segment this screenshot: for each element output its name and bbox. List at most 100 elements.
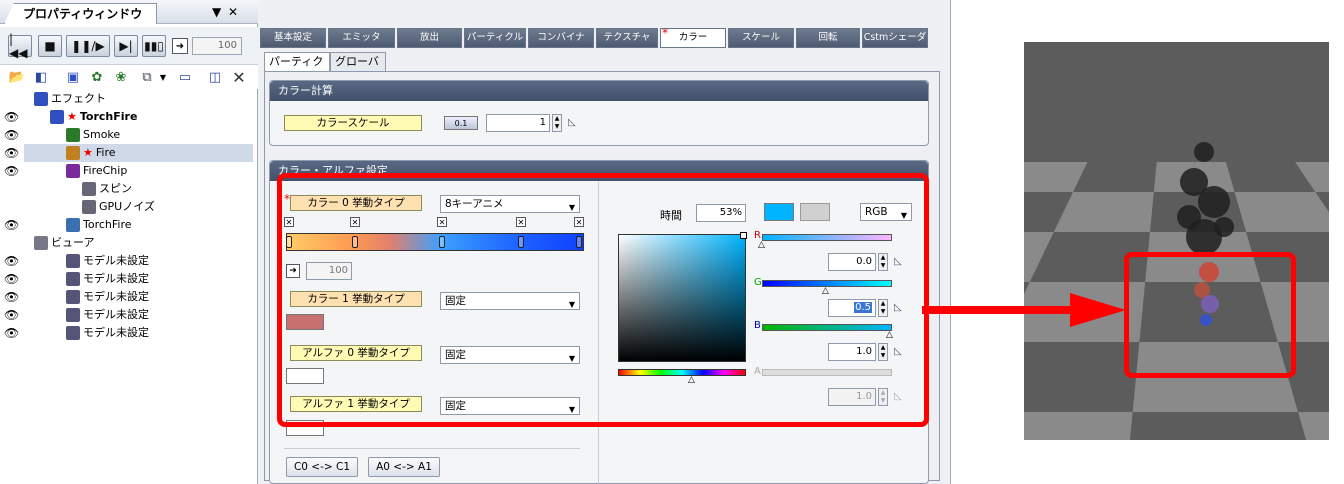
tree-node-label: エフェクト	[51, 92, 106, 105]
swap-alpha-button[interactable]: A0 <-> A1	[368, 457, 440, 477]
eye-icon[interactable]: 👁	[4, 306, 22, 324]
tab-particle[interactable]: パーティクル	[464, 28, 526, 48]
tree-node[interactable]: モデル未設定	[66, 306, 149, 324]
tree-node[interactable]: Smoke	[66, 126, 120, 144]
subtab-global[interactable]: グローバル	[330, 52, 386, 86]
eye-icon[interactable]: 👁	[4, 108, 22, 126]
tab-color[interactable]: カラー	[660, 28, 726, 48]
tree-node[interactable]: スピン	[82, 180, 132, 198]
delete-icon[interactable]: ✕	[230, 68, 248, 87]
tree-row[interactable]: エフェクト	[0, 90, 258, 108]
remove-key-icon[interactable]: ✕	[437, 217, 447, 227]
tab-emission[interactable]: 放出	[397, 28, 462, 48]
tree-node-label: モデル未設定	[83, 326, 149, 339]
tree-node[interactable]: ビューア	[34, 234, 95, 252]
node-icon	[66, 326, 80, 340]
tree-node[interactable]: モデル未設定	[66, 324, 149, 342]
eye-icon[interactable]: 👁	[4, 270, 22, 288]
remove-key-icon[interactable]: ✕	[516, 217, 526, 227]
remove-key-icon[interactable]: ✕	[284, 217, 294, 227]
tree-row[interactable]: 👁 ★ TorchFire	[0, 108, 258, 126]
close-panel-icon[interactable]: ✕	[228, 5, 238, 19]
tab-scale[interactable]: スケール	[728, 28, 794, 48]
gradient-key-handle[interactable]	[352, 236, 358, 248]
rewind-icon[interactable]: |◀◀	[8, 32, 32, 60]
panel-title-tab[interactable]: プロパティウィンドウ	[4, 3, 158, 24]
node-icon	[66, 290, 80, 304]
goto-frame-icon[interactable]: ➜	[172, 38, 188, 54]
frame-field[interactable]: 100	[192, 37, 242, 55]
step-icon[interactable]: ▶|	[114, 35, 138, 57]
tree-row[interactable]: 👁 モデル未設定	[0, 288, 258, 306]
eye-icon[interactable]: 👁	[4, 144, 22, 162]
remove-key-icon[interactable]: ✕	[350, 217, 360, 227]
effect-viewport[interactable]	[1024, 42, 1329, 440]
tab-emitter[interactable]: エミッタ	[328, 28, 395, 48]
tree-node-label: TorchFire	[79, 110, 138, 123]
tree-row[interactable]: 👁 ★ Fire	[4, 144, 253, 162]
export-icon[interactable]: ◫	[206, 68, 224, 86]
arrow-icon	[922, 293, 1126, 327]
tab-rotation[interactable]: 回転	[796, 28, 860, 48]
tree-node-label: モデル未設定	[83, 272, 149, 285]
add-child-icon[interactable]: ❀	[112, 68, 130, 86]
tree-node[interactable]: FireChip	[66, 162, 127, 180]
tab-texture[interactable]: テクスチャ	[596, 28, 658, 48]
tab-basic[interactable]: 基本設定	[260, 28, 326, 48]
remove-key-icon[interactable]: ✕	[574, 217, 584, 227]
eye-icon[interactable]: 👁	[4, 252, 22, 270]
tab-combiner[interactable]: コンバイナ	[528, 28, 594, 48]
eye-icon[interactable]: 👁	[4, 324, 22, 342]
tree-row[interactable]: GPUノイズ	[0, 198, 258, 216]
step-bars-icon[interactable]: ▮▮▯	[142, 35, 166, 57]
tab-custom-shader[interactable]: Cstmシェーダ	[862, 28, 928, 48]
property-window-panel: プロパティウィンドウ ▼ ✕ |◀◀ ■ ❚❚/▶ ▶| ▮▮▯ ➜ 100 📂…	[0, 0, 258, 484]
tree-node-label: ビューア	[51, 236, 95, 249]
window-icon[interactable]: ▭	[176, 68, 194, 86]
scale-step-badge[interactable]: 0.1	[444, 116, 478, 130]
color-scale-field[interactable]: 1	[486, 114, 550, 132]
stop-icon[interactable]: ■	[38, 35, 62, 57]
eye-icon[interactable]: 👁	[4, 126, 22, 144]
swap-color-button[interactable]: C0 <-> C1	[286, 457, 358, 477]
tree-row[interactable]: 👁 モデル未設定	[0, 306, 258, 324]
add-emitter-icon[interactable]: ✿	[88, 68, 106, 86]
tree-node[interactable]: エフェクト	[34, 90, 106, 108]
tree-node[interactable]: ★ Fire	[66, 144, 116, 162]
swap-divider	[284, 448, 580, 449]
eye-icon[interactable]: 👁	[4, 162, 22, 180]
tree-row[interactable]: 👁 FireChip	[0, 162, 258, 180]
tree-row[interactable]: 👁 Smoke	[0, 126, 258, 144]
save-icon[interactable]: ◧	[32, 68, 50, 86]
tree-row[interactable]: 👁 モデル未設定	[0, 252, 258, 270]
pin-dropdown-icon[interactable]: ▼	[212, 5, 221, 19]
eye-icon[interactable]: 👁	[4, 216, 22, 234]
gradient-key-handle[interactable]	[518, 236, 524, 248]
gpu-emitter-icon	[66, 146, 80, 160]
tree-row[interactable]: ビューア	[0, 234, 258, 252]
add-effect-icon[interactable]: ▣	[64, 68, 82, 86]
eye-icon[interactable]: 👁	[4, 288, 22, 306]
gradient-key-handle[interactable]	[439, 236, 445, 248]
tree-node-label: TorchFire	[83, 218, 132, 231]
tree-node[interactable]: モデル未設定	[66, 252, 149, 270]
gradient-key-handle[interactable]	[576, 236, 582, 248]
tree-row[interactable]: 👁 モデル未設定	[0, 324, 258, 342]
subtab-particle[interactable]: パーティクル	[264, 52, 330, 86]
folder-open-icon[interactable]: 📂	[8, 68, 26, 86]
tree-row[interactable]: スピン	[0, 180, 258, 198]
gradient-key-handle[interactable]	[286, 236, 292, 248]
chevron-down-icon[interactable]: ▼	[154, 68, 172, 86]
tree-row[interactable]: 👁 モデル未設定	[0, 270, 258, 288]
tree-node[interactable]: GPUノイズ	[82, 198, 155, 216]
tree-node[interactable]: TorchFire	[66, 216, 132, 234]
tree-node[interactable]: ★ TorchFire	[50, 108, 137, 126]
tree-node[interactable]: モデル未設定	[66, 270, 149, 288]
floor-tile	[1234, 192, 1329, 232]
node-icon	[34, 92, 48, 106]
play-pause-icon[interactable]: ❚❚/▶	[66, 35, 110, 57]
tree-node[interactable]: モデル未設定	[66, 288, 149, 306]
tree-row[interactable]: 👁 TorchFire	[0, 216, 258, 234]
curve-icon[interactable]: ◺	[568, 117, 582, 129]
color-scale-spinner[interactable]: ▲ ▼	[552, 114, 562, 132]
